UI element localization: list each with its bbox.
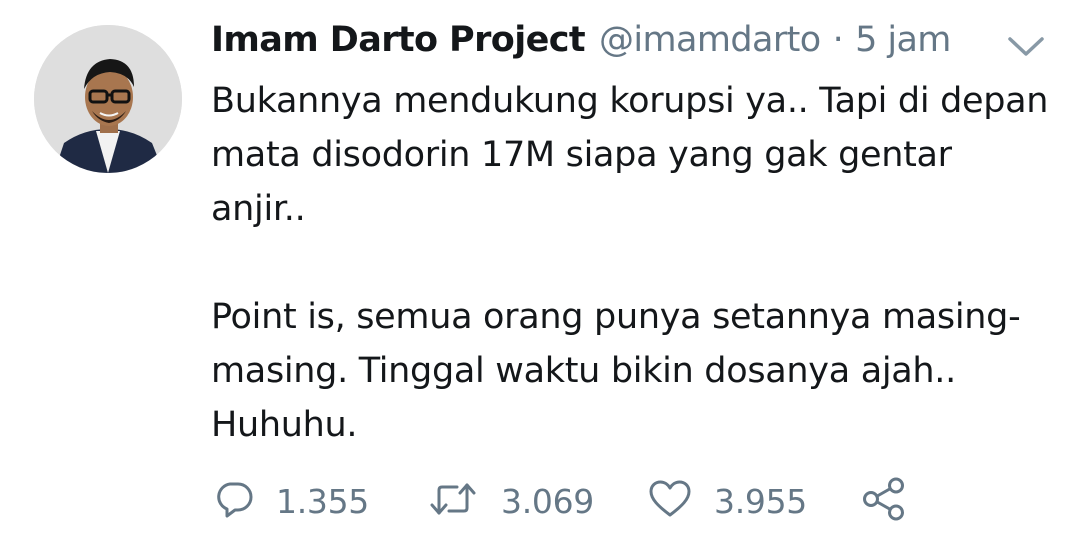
reply-count: 1.355: [276, 481, 369, 521]
avatar[interactable]: [34, 25, 182, 173]
tweet-timestamp[interactable]: 5 jam: [855, 20, 951, 60]
like-button[interactable]: 3.955: [648, 476, 807, 526]
share-button[interactable]: [860, 476, 908, 526]
tweet-actions: 1.355 3.069 3.955: [214, 476, 934, 526]
heart-icon: [648, 479, 692, 523]
retweet-count: 3.069: [501, 481, 594, 521]
tweet-text: Bukannya mendukung korupsi ya.. Tapi di …: [211, 74, 1051, 452]
retweet-icon: [427, 479, 479, 523]
separator-dot: ·: [832, 20, 844, 60]
tweet-paragraph: Point is, semua orang punya setannya mas…: [211, 297, 1021, 445]
share-icon: [860, 477, 908, 525]
tweet-paragraph: Bukannya mendukung korupsi ya.. Tapi di …: [211, 81, 1049, 229]
like-count: 3.955: [714, 481, 807, 521]
retweet-button[interactable]: 3.069: [427, 476, 594, 526]
chevron-down-icon[interactable]: [1006, 34, 1046, 60]
author-handle[interactable]: @imamdarto: [599, 20, 821, 60]
avatar-image: [34, 25, 182, 173]
tweet: Imam Darto Project @imamdarto · 5 jam Bu…: [0, 0, 1079, 544]
author-name[interactable]: Imam Darto Project: [211, 20, 586, 60]
reply-button[interactable]: 1.355: [214, 476, 369, 526]
reply-icon: [214, 479, 254, 523]
tweet-header: Imam Darto Project @imamdarto · 5 jam: [211, 20, 951, 70]
